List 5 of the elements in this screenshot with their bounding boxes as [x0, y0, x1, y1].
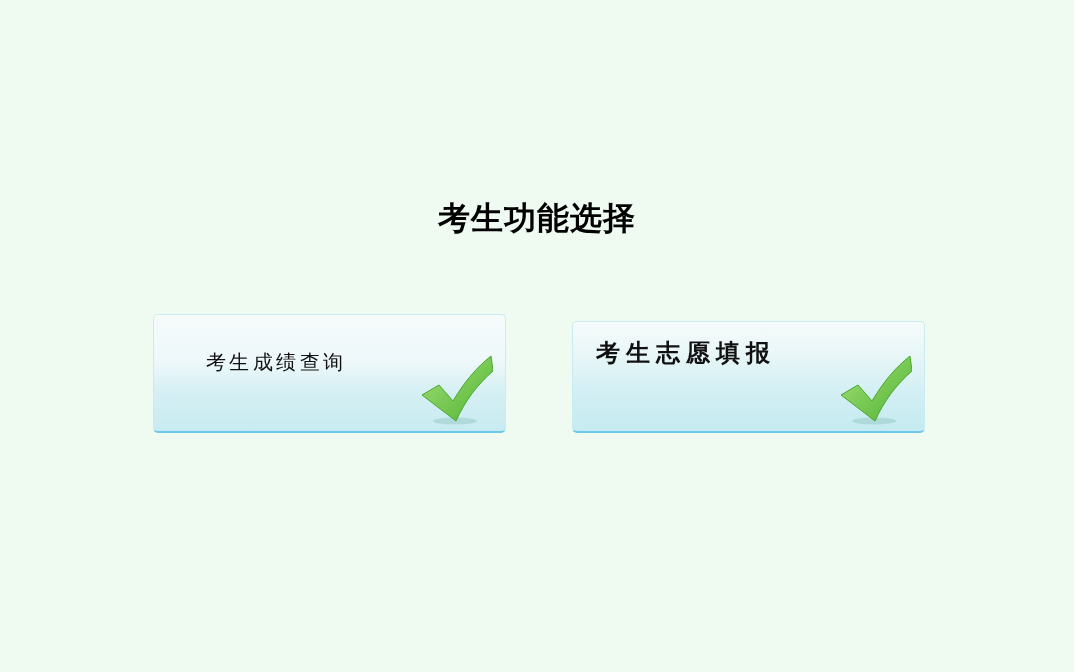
exam-option-button[interactable]: 考生成绩查询	[152, 314, 506, 433]
page-title: 考生功能选择	[438, 198, 636, 238]
checkmark-icon	[420, 355, 493, 425]
checkmark-icon	[839, 355, 912, 425]
exam-option-button[interactable]: 考生志愿填报	[571, 321, 925, 433]
